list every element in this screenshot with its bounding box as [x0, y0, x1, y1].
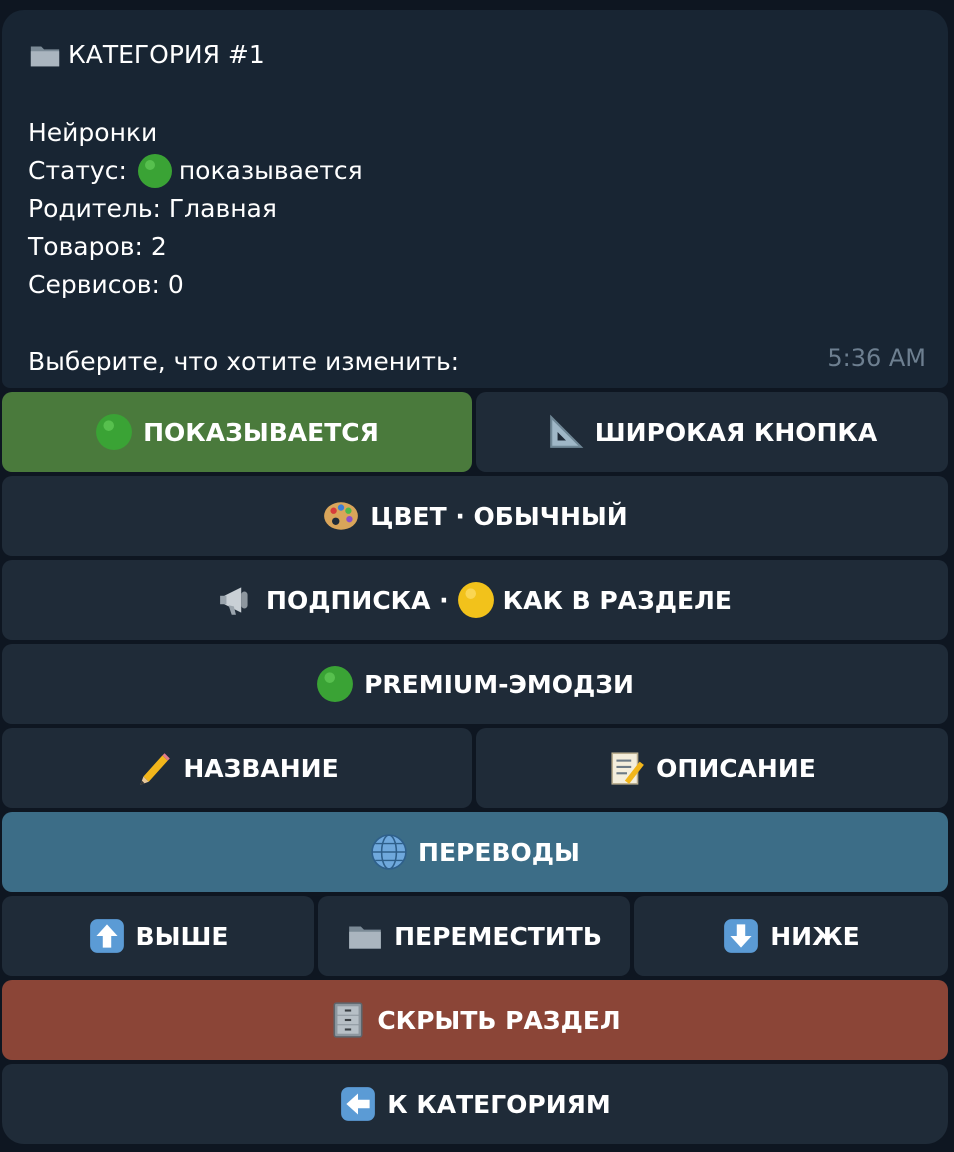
- pencil-icon: [140, 753, 171, 785]
- description-button[interactable]: ОПИСАНИЕ: [476, 728, 948, 808]
- move-button[interactable]: ПЕРЕМЕСТИТЬ: [318, 896, 630, 976]
- parent-line: Родитель: Главная: [28, 194, 277, 223]
- message-title-text: КАТЕГОРИЯ #1: [68, 40, 265, 69]
- hide-section-button[interactable]: СКРЫТЬ РАЗДЕЛ: [2, 980, 948, 1060]
- showing-button-label: ПОКАЗЫВАЕТСЯ: [143, 417, 379, 447]
- move-down-label: НИЖЕ: [770, 921, 860, 951]
- subscription-button-label: ПОДПИСКА ·: [266, 585, 449, 615]
- move-up-label: ВЫШЕ: [135, 921, 229, 951]
- category-name: Нейронки: [28, 118, 158, 147]
- memo-icon: [611, 752, 645, 785]
- message-title: КАТЕГОРИЯ #1: [28, 36, 265, 74]
- arrow-down-icon: [724, 919, 759, 953]
- translations-button-label: ПЕРЕВОДЫ: [418, 837, 580, 867]
- subscription-button[interactable]: ПОДПИСКА · КАК В РАЗДЕЛЕ: [2, 560, 948, 640]
- products-line: Товаров: 2: [28, 232, 167, 261]
- green-circle-icon: [317, 666, 354, 702]
- triangle-ruler-icon: [549, 414, 584, 448]
- message-time: 5:36 AM: [827, 344, 926, 372]
- premium-emoji-button[interactable]: PREMIUM-ЭМОДЗИ: [2, 644, 948, 724]
- globe-icon: [371, 834, 407, 870]
- hide-section-label: СКРЫТЬ РАЗДЕЛ: [377, 1005, 621, 1035]
- palette-icon: [324, 502, 359, 530]
- name-button-label: НАЗВАНИЕ: [183, 753, 339, 783]
- status-line: Статус: показывается: [28, 152, 363, 190]
- chat-screen: КАТЕГОРИЯ #1 Нейронки Статус: показывает…: [0, 0, 954, 1152]
- back-to-categories-label: К КАТЕГОРИЯМ: [387, 1089, 611, 1119]
- megaphone-icon: [220, 587, 248, 615]
- folder-icon: [30, 46, 60, 67]
- arrow-up-icon: [89, 919, 124, 953]
- wide-button-label: ШИРОКАЯ КНОПКА: [594, 417, 878, 447]
- description-button-label: ОПИСАНИЕ: [656, 753, 816, 783]
- move-down-button[interactable]: НИЖЕ: [634, 896, 948, 976]
- services-line: Сервисов: 0: [28, 270, 184, 299]
- green-circle-icon: [137, 154, 172, 188]
- name-button[interactable]: НАЗВАНИЕ: [2, 728, 472, 808]
- color-button[interactable]: ЦВЕТ · ОБЫЧНЫЙ: [2, 476, 948, 556]
- subscription-state-label: КАК В РАЗДЕЛЕ: [502, 585, 732, 615]
- showing-button[interactable]: ПОКАЗЫВАЕТСЯ: [2, 392, 472, 472]
- folder-icon: [349, 926, 381, 949]
- message-bubble: КАТЕГОРИЯ #1 Нейронки Статус: показывает…: [2, 10, 948, 388]
- premium-emoji-label: PREMIUM-ЭМОДЗИ: [364, 669, 634, 699]
- move-button-label: ПЕРЕМЕСТИТЬ: [394, 921, 602, 951]
- wide-button-toggle[interactable]: ШИРОКАЯ КНОПКА: [476, 392, 948, 472]
- status-value: показывается: [178, 156, 363, 185]
- prompt-line: Выберите, что хотите изменить:: [28, 347, 460, 376]
- translations-button[interactable]: ПЕРЕВОДЫ: [2, 812, 948, 892]
- file-cabinet-icon: [333, 1002, 363, 1038]
- back-to-categories-button[interactable]: К КАТЕГОРИЯМ: [2, 1064, 948, 1144]
- status-label: Статус:: [28, 156, 135, 185]
- yellow-circle-icon: [457, 582, 494, 618]
- color-button-label: ЦВЕТ · ОБЫЧНЫЙ: [370, 501, 628, 531]
- move-up-button[interactable]: ВЫШЕ: [2, 896, 314, 976]
- green-circle-icon: [96, 414, 133, 450]
- arrow-left-icon: [341, 1087, 376, 1121]
